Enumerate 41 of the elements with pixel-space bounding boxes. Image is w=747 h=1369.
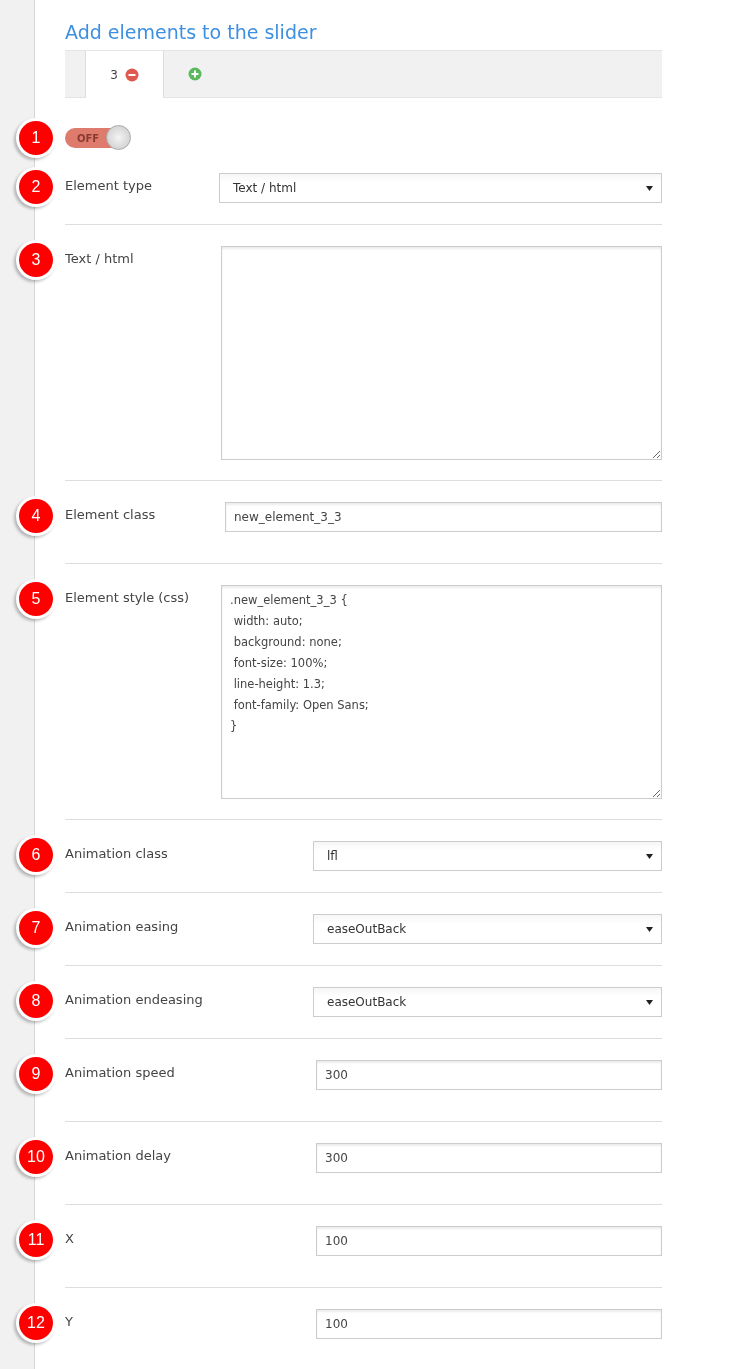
text-area[interactable]: .new_element_3_3 { width: auto; background: none; font-size: 100%; line-height: 1.3; font-family: Open Sans; } [221,585,662,799]
step-badge: 10 [19,1140,53,1174]
field-label: Animation delay [65,1147,172,1163]
dropdown[interactable]: easeOutBack [313,914,662,944]
field-label: Element class [65,506,157,522]
caret-icon [646,185,653,191]
step-badge: 8 [19,984,53,1018]
input-field[interactable]: 100 [316,1309,662,1339]
caret-icon [646,999,653,1005]
remove-icon[interactable] [124,67,139,82]
step-badge: 3 [19,243,53,277]
step-badge: 1 [19,121,53,155]
field-label: X [65,1230,75,1246]
step-badge: 11 [19,1223,53,1257]
dropdown[interactable]: Text / html [219,173,662,203]
caret-icon [646,926,653,932]
step-badge: 2 [19,170,53,204]
field-label: Element type [65,177,153,193]
add-icon[interactable] [188,67,202,81]
step-badge: 9 [19,1057,53,1091]
input-field[interactable]: 300 [316,1143,662,1173]
field-label: Animation endeasing [65,991,204,1007]
field-label: Y [65,1313,74,1329]
step-badge: 7 [19,911,53,945]
caret-icon [646,853,653,859]
input-field[interactable]: new_element_3_3 [225,502,662,532]
tab[interactable]: 3 [85,51,164,98]
step-badge: 5 [19,582,53,616]
step-badge: 12 [19,1306,53,1340]
input-field[interactable]: 100 [316,1226,662,1256]
dropdown[interactable]: lfl [313,841,662,871]
dropdown[interactable]: easeOutBack [313,987,662,1017]
section-title: Add elements to the slider [65,20,318,45]
step-badge: 4 [19,499,53,533]
field-label: Animation easing [65,918,180,934]
field-label: Animation class [65,845,169,861]
step-badge: 6 [19,838,53,872]
field-label: Animation speed [65,1064,176,1080]
field-label: Text / html [65,250,135,266]
input-field[interactable]: 300 [316,1060,662,1090]
field-label: Element style (css) [65,589,191,605]
